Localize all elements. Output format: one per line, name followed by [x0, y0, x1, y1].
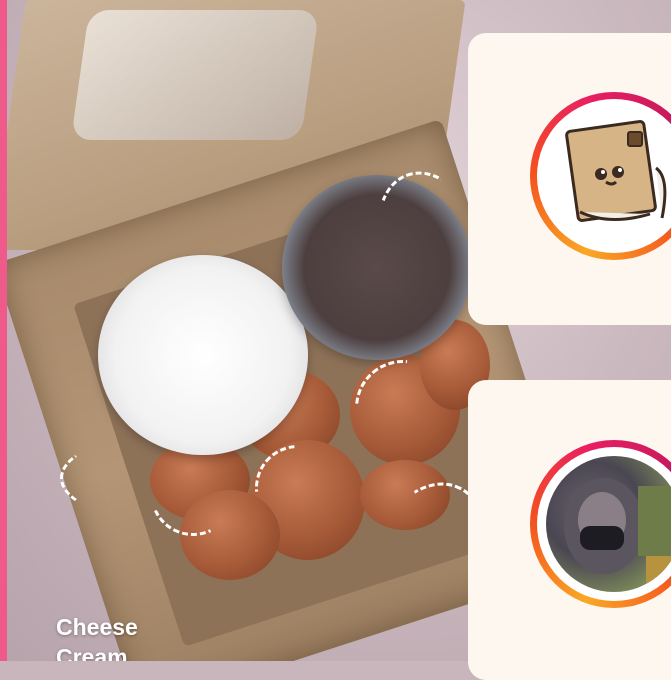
lid-window	[70, 10, 320, 140]
caption-line-1: Cheese	[56, 614, 138, 640]
avatar	[546, 456, 671, 592]
caption-text: Cheese Cream	[56, 612, 138, 661]
caption-line-2: Cream	[56, 644, 128, 661]
ring-gap	[537, 447, 671, 601]
avatar	[546, 108, 671, 244]
dashed-arc	[60, 440, 206, 516]
cartoon-box-character-icon	[565, 120, 667, 222]
ring-gap	[537, 99, 671, 253]
accent-edge	[0, 0, 7, 661]
cheese-cream-cup	[98, 255, 308, 455]
profile-photo-person-icon	[564, 478, 671, 592]
